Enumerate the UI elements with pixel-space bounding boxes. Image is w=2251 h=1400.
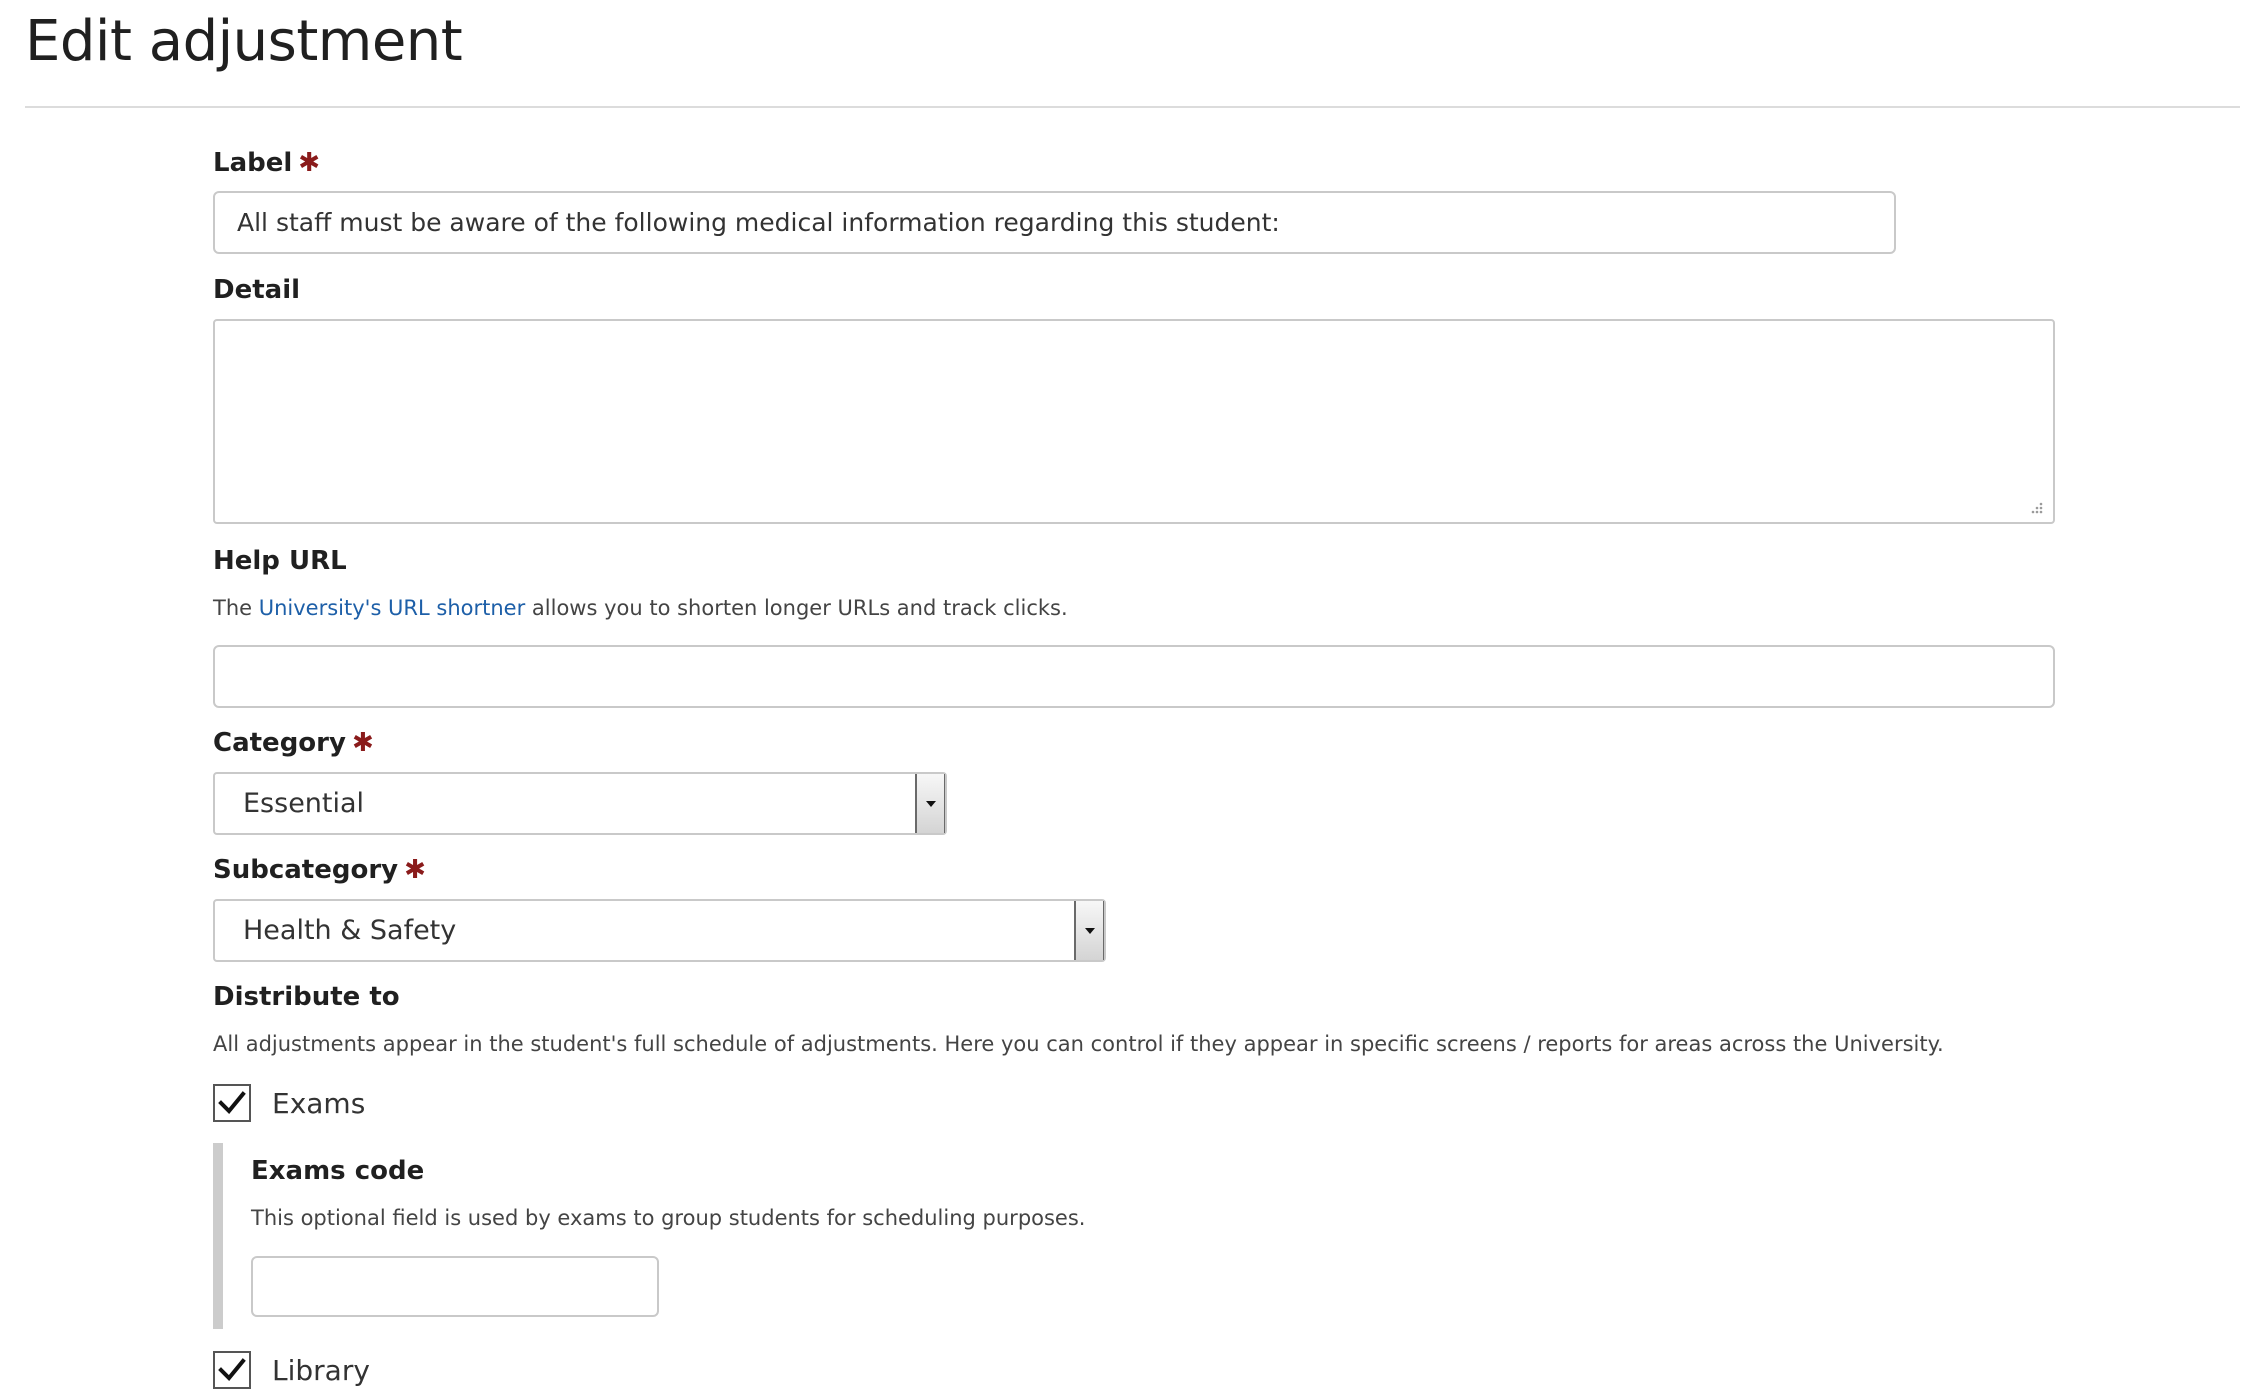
chevron-down-icon (1085, 928, 1095, 934)
help-url-help-suffix: allows you to shorten longer URLs and tr… (525, 596, 1068, 620)
required-star-icon: ✱ (351, 728, 374, 758)
resize-grip-icon[interactable] (2028, 500, 2044, 516)
exams-code-help-text: This optional field is used by exams to … (251, 1206, 1086, 1230)
help-url-help-text: The University's URL shortner allows you… (213, 593, 1068, 623)
detail-field-label: Detail (213, 275, 301, 305)
category-field-label: Category ✱ (213, 726, 374, 760)
checkmark-icon (218, 1358, 246, 1381)
category-dropdown-button[interactable] (915, 774, 945, 833)
category-field-label-text: Category (213, 728, 346, 758)
detail-textarea[interactable] (213, 319, 2055, 524)
subcategory-dropdown-button[interactable] (1074, 901, 1104, 960)
label-input[interactable] (213, 191, 1896, 254)
library-checkbox-label[interactable]: Library (272, 1353, 370, 1389)
exams-code-indent-bar (213, 1143, 223, 1329)
exams-code-input[interactable] (251, 1256, 659, 1317)
subcategory-field-label: Subcategory ✱ (213, 853, 426, 887)
distribute-to-help-text: All adjustments appear in the student's … (213, 1032, 1944, 1056)
required-star-icon: ✱ (404, 855, 426, 885)
chevron-down-icon (926, 801, 936, 807)
subcategory-select[interactable]: Health & Safety (213, 899, 1106, 962)
title-divider (25, 106, 2240, 108)
label-field-label-text: Label (213, 148, 293, 178)
help-url-field-label: Help URL (213, 546, 347, 576)
exams-checkbox-label[interactable]: Exams (272, 1086, 365, 1122)
help-url-input[interactable] (213, 645, 2055, 708)
edit-adjustment-page: { "page": { "title": "Edit adjustment" }… (0, 0, 2251, 1400)
category-select[interactable]: Essential (213, 772, 947, 835)
url-shortener-link[interactable]: University's URL shortner (259, 596, 526, 620)
subcategory-selected-value: Health & Safety (243, 915, 457, 946)
exams-checkbox[interactable] (213, 1084, 251, 1122)
library-checkbox[interactable] (213, 1351, 251, 1389)
help-url-help-prefix: The (213, 596, 259, 620)
subcategory-field-label-text: Subcategory (213, 855, 399, 885)
distribute-to-label: Distribute to (213, 982, 400, 1012)
page-title: Edit adjustment (25, 9, 463, 74)
required-star-icon: ✱ (298, 148, 321, 178)
category-selected-value: Essential (243, 788, 365, 819)
label-field-label: Label ✱ (213, 146, 320, 180)
checkmark-icon (218, 1091, 246, 1114)
exams-code-label: Exams code (251, 1156, 425, 1186)
